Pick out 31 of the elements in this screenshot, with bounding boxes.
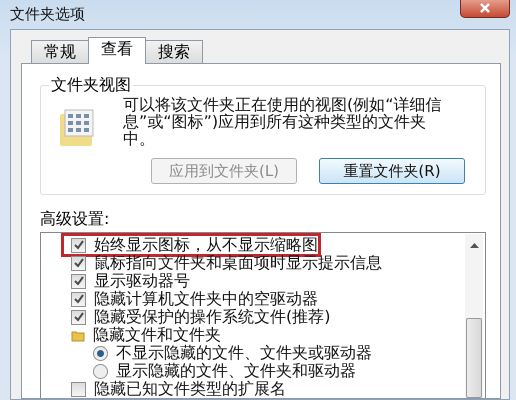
option-label: 不显示隐藏的文件、文件夹或驱动器	[116, 344, 372, 362]
scroll-thumb[interactable]	[466, 318, 482, 398]
reset-button[interactable]: 重置文件夹(R)	[319, 158, 465, 184]
close-icon	[479, 2, 491, 12]
checkbox[interactable]	[71, 274, 86, 288]
checkbox[interactable]	[71, 292, 86, 306]
close-button[interactable]	[460, 0, 510, 18]
radio-button[interactable]	[93, 364, 108, 378]
tab[interactable]: 常规	[31, 40, 89, 64]
section-label: 高级设置:	[40, 209, 110, 230]
setting-label: 隐藏受保护的操作系统文件(推荐)	[94, 308, 330, 326]
setting-label: 始终显示图标，从不显示缩略图	[94, 236, 318, 254]
option-label: 显示隐藏的文件、文件夹和驱动器	[116, 362, 356, 380]
setting-label: 显示驱动器号	[94, 272, 190, 290]
folder-view-description: 可以将该文件夹正在使用的视图(例如“详细信息”或“图标”)应用到所有这种类型的文件夹中。	[123, 96, 443, 148]
tab[interactable]: 查看	[88, 37, 146, 64]
folder-view-icon	[59, 108, 95, 148]
window-title: 文件夹选项	[10, 5, 85, 24]
setting-group-label: 隐藏文件和文件夹	[93, 326, 221, 344]
checkbox[interactable]	[71, 256, 86, 270]
tab[interactable]: 搜索	[145, 40, 203, 64]
checkbox[interactable]	[71, 310, 86, 324]
folder-icon	[71, 328, 85, 342]
setting-label: 隐藏计算机文件夹中的空驱动器	[94, 290, 318, 308]
checkbox[interactable]	[71, 238, 86, 252]
scroll-up-icon[interactable]	[470, 242, 478, 248]
radio-button[interactable]	[93, 346, 108, 360]
setting-label: 隐藏已知文件类型的扩展名	[94, 380, 286, 398]
checkbox[interactable]	[71, 382, 86, 396]
setting-label: 鼠标指向文件夹和桌面项时显示提示信息	[94, 254, 382, 272]
scrollbar[interactable]	[465, 234, 483, 398]
